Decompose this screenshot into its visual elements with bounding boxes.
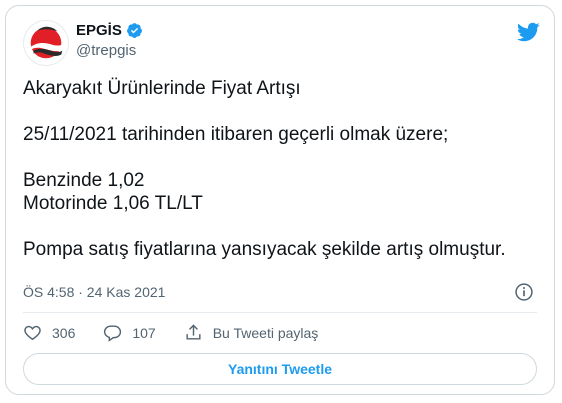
tweet-actions: 306 107 Bu Tweeti paylaş xyxy=(23,323,346,342)
tweet-line: Akaryakıt Ürünlerinde Fiyat Artışı xyxy=(23,78,301,99)
display-name[interactable]: EPGİS xyxy=(76,22,122,39)
heart-icon xyxy=(24,325,41,341)
tweet-paragraph: 25/11/2021 tarihinden itibaren geçerli o… xyxy=(23,123,534,146)
tweet-paragraph: Pompa satış fiyatlarına yansıyacak şekil… xyxy=(23,238,534,261)
twitter-bird-icon[interactable] xyxy=(516,20,540,44)
divider xyxy=(23,312,537,313)
tweet-text: Akaryakıt Ürünlerinde Fiyat Artışı 25/11… xyxy=(23,77,534,284)
tweet-paragraph: Benzinde 1,02 Motorinde 1,06 TL/LT xyxy=(23,169,534,215)
tweet-line: Motorinde 1,06 TL/LT xyxy=(23,193,203,214)
tweet-line: 25/11/2021 tarihinden itibaren geçerli o… xyxy=(23,124,449,145)
reply-count: 107 xyxy=(132,324,156,341)
handle[interactable]: @trepgis xyxy=(76,42,136,59)
tweet-timestamp[interactable]: ÖS 4:58 · 24 Kas 2021 xyxy=(23,284,165,300)
tweet-paragraph: Akaryakıt Ürünlerinde Fiyat Artışı xyxy=(23,77,534,100)
avatar[interactable] xyxy=(23,20,69,66)
tweet-line: Pompa satış fiyatlarına yansıyacak şekil… xyxy=(23,239,506,260)
reply-bubble-icon xyxy=(104,325,122,342)
tweet-your-reply-button[interactable]: Yanıtını Tweetle xyxy=(23,353,537,385)
verified-badge-icon xyxy=(126,23,142,38)
info-icon[interactable] xyxy=(514,282,534,302)
share-upload-icon xyxy=(186,324,201,340)
tweet-card: EPGİS @trepgis Akaryakıt Ürünlerinde Fiy… xyxy=(5,5,555,395)
epgis-logo-icon xyxy=(30,26,64,59)
share-button[interactable]: Bu Tweeti paylaş xyxy=(184,323,319,342)
reply-button[interactable]: 107 xyxy=(103,323,156,342)
like-count: 306 xyxy=(52,324,76,341)
share-label: Bu Tweeti paylaş xyxy=(212,324,319,341)
like-button[interactable]: 306 xyxy=(23,323,75,342)
tweet-line: Benzinde 1,02 xyxy=(23,170,145,191)
